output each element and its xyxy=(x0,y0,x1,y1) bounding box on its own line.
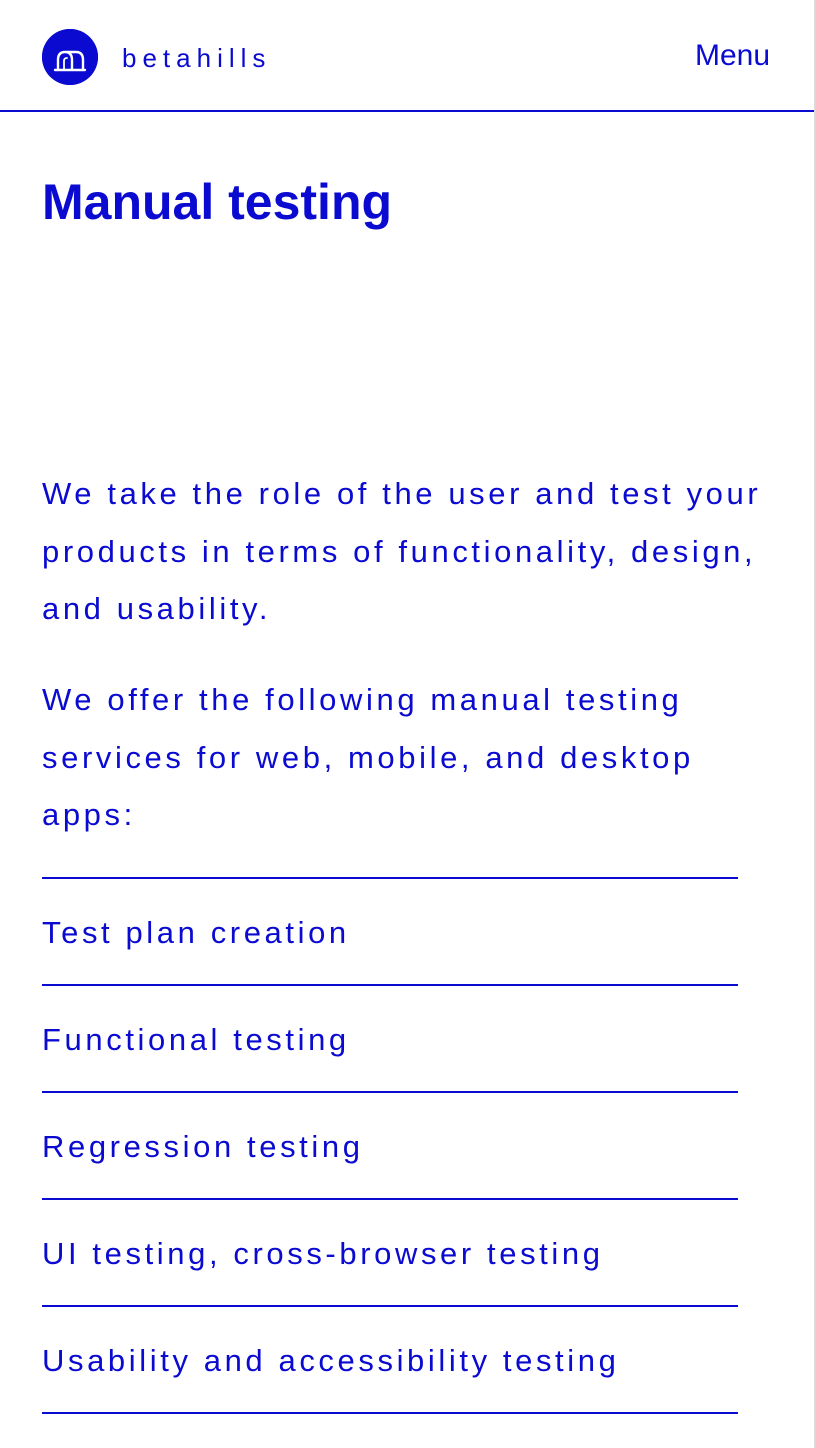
list-item: UI testing, cross-browser testing xyxy=(42,1200,738,1307)
services-intro-paragraph: We offer the following manual testing se… xyxy=(42,682,694,832)
logo-link[interactable] xyxy=(42,29,98,85)
service-label: UI testing, cross-browser testing xyxy=(42,1236,604,1271)
list-item: Regression testing xyxy=(42,1093,738,1200)
intro-paragraph: We take the role of the user and test yo… xyxy=(42,476,762,626)
list-item: Test plan creation xyxy=(42,879,738,986)
list-item: Functional testing xyxy=(42,986,738,1093)
menu-button[interactable]: Menu xyxy=(695,38,770,74)
service-label: Usability and accessibility testing xyxy=(42,1343,620,1378)
site-header: betahills Menu xyxy=(0,0,814,112)
list-item: Usability and accessibility testing xyxy=(42,1307,738,1414)
page-title: Manual testing xyxy=(42,174,393,230)
services-list: Test plan creation Functional testing Re… xyxy=(42,877,738,1414)
service-label: Regression testing xyxy=(42,1129,364,1164)
service-label: Functional testing xyxy=(42,1022,350,1057)
service-label: Test plan creation xyxy=(42,915,350,950)
brand-name[interactable]: betahills xyxy=(122,43,271,73)
betahills-logo-icon xyxy=(42,29,98,85)
